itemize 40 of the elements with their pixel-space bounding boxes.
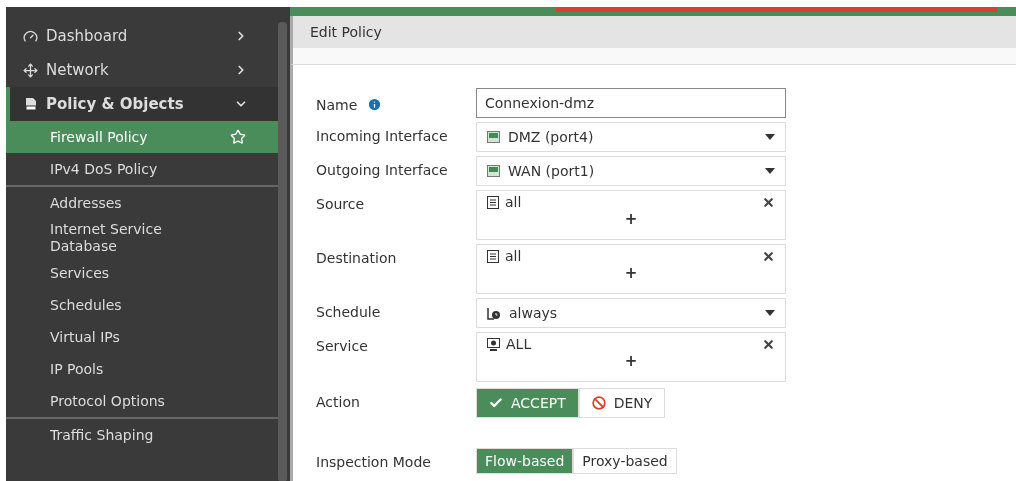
nav-subitem[interactable]: Virtual IPs [6,321,278,353]
nav-subitem[interactable]: IPv4 DoS Policy [6,153,278,185]
add-button[interactable]: + [622,210,640,228]
nav-subitem[interactable]: Services [6,257,278,289]
nav-item[interactable]: Network [6,53,278,87]
nav-subitem[interactable]: Protocol Options [6,385,278,417]
field-label: Name [316,97,358,113]
nav-subitem[interactable]: Schedules [6,289,278,321]
field-label: Service [316,338,368,354]
field-label: Action [316,394,360,410]
field-label: Outgoing Interface [316,162,448,178]
mode-option[interactable]: Flow-based [476,448,574,474]
add-button[interactable]: + [622,264,640,282]
field-label: Schedule [316,304,381,320]
nav-subitem[interactable]: Traffic Shaping [6,419,278,451]
nav-item[interactable]: Policy & Objects [6,87,278,121]
selected-entry: all [505,248,523,264]
nav-subitem[interactable]: Firewall Policy [6,121,278,153]
select-field[interactable]: WAN (port1) [476,156,786,186]
mode-option[interactable]: Proxy-based [573,448,677,474]
multi-select-field[interactable]: all + [476,244,786,294]
select-field[interactable]: DMZ (port4) [476,122,786,152]
nav-subitem[interactable]: IP Pools [6,353,278,385]
selected-entry: ALL [506,336,533,352]
page-title: Edit Policy [310,24,382,40]
selected-entry: all [505,194,523,210]
multi-select-field[interactable]: ALL + [476,332,786,382]
field-label: Source [316,196,365,212]
nav-item[interactable]: Dashboard [6,19,278,53]
multi-select-field[interactable]: all + [476,190,786,240]
field-label: Inspection Mode [316,454,431,470]
select-field[interactable]: always [476,298,786,328]
nav-subitem[interactable]: Addresses [6,187,278,219]
action-option[interactable]: ACCEPT [476,388,579,418]
field-label: Destination [316,250,397,266]
add-button[interactable]: + [622,352,640,370]
name-field[interactable]: Connexion-dmz [476,88,786,118]
field-label: Incoming Interface [316,128,448,144]
action-option[interactable]: DENY [578,388,666,418]
nav-subitem[interactable]: Internet Service Database [6,219,278,257]
